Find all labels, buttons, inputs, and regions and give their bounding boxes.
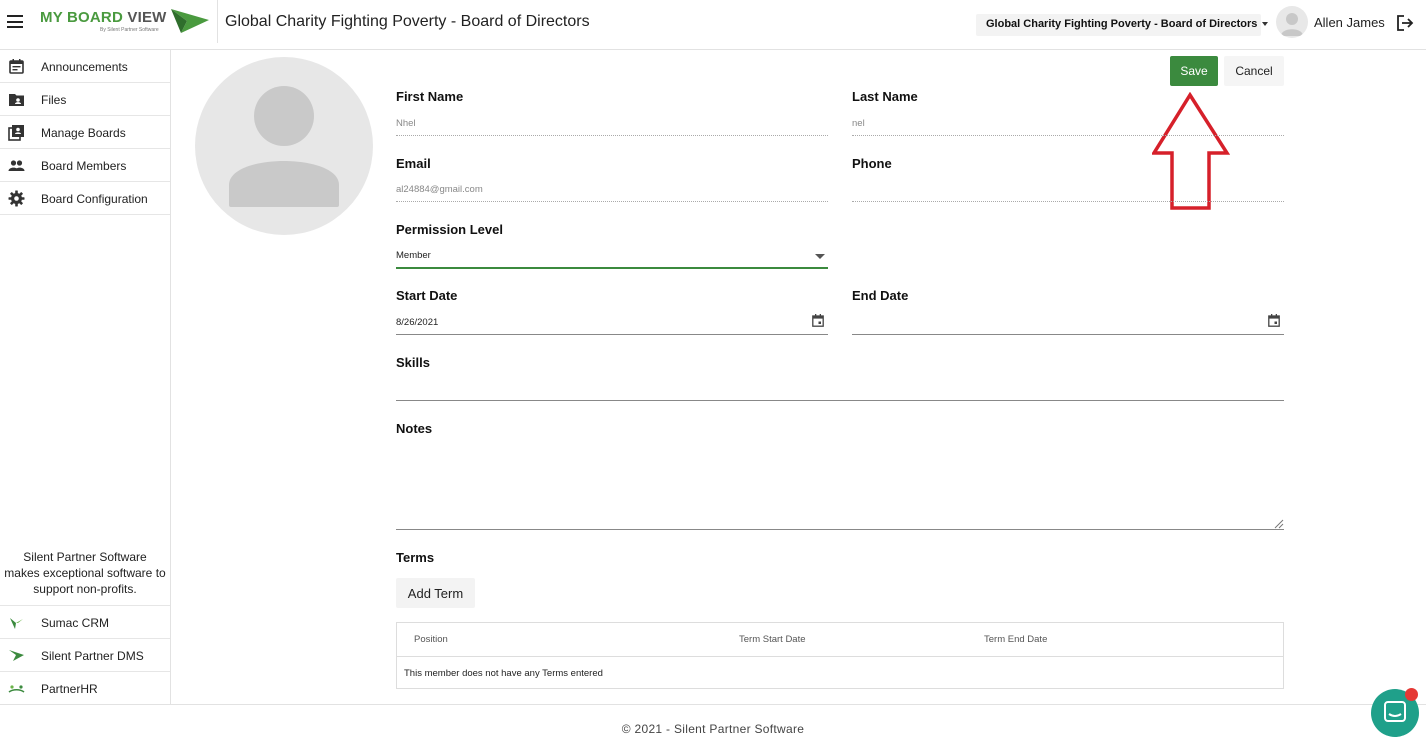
phone-label: Phone xyxy=(852,156,892,171)
last-name-label: Last Name xyxy=(852,89,918,104)
sidebar: Announcements Files Manage Boards Board … xyxy=(0,50,171,705)
caret-down-icon xyxy=(1262,22,1269,27)
skills-label: Skills xyxy=(396,355,430,370)
gear-icon xyxy=(8,190,25,207)
calendar-icon xyxy=(9,59,24,74)
notes-textarea[interactable] xyxy=(396,529,1284,530)
end-date-label: End Date xyxy=(852,288,909,303)
product-label: PartnerHR xyxy=(41,682,98,696)
sidebar-item-label: Announcements xyxy=(41,60,128,74)
board-selector[interactable]: Global Charity Fighting Poverty - Board … xyxy=(976,14,1269,36)
menu-icon[interactable] xyxy=(7,15,23,29)
calendar-icon[interactable] xyxy=(812,314,824,327)
page-title: Global Charity Fighting Poverty - Board … xyxy=(225,13,590,30)
calendar-icon[interactable] xyxy=(1268,314,1280,327)
sidebar-item-announcements[interactable]: Announcements xyxy=(0,50,170,83)
people-icon xyxy=(8,160,25,171)
user-silhouette-icon xyxy=(1281,13,1303,36)
product-link-silent-partner-dms[interactable]: Silent Partner DMS xyxy=(0,639,170,672)
logo-text-view: VIEW xyxy=(127,9,167,26)
dms-logo-icon xyxy=(9,650,24,661)
email-field[interactable]: al24884@gmail.com xyxy=(396,184,483,195)
user-avatar[interactable] xyxy=(1276,6,1308,38)
board-selector-label: Global Charity Fighting Poverty - Board … xyxy=(986,18,1258,30)
logo-subtitle: By Silent Partner Software xyxy=(100,27,159,33)
profile-photo[interactable] xyxy=(195,57,373,235)
first-name-underline xyxy=(396,135,828,136)
top-bar: MY BOARD VIEW By Silent Partner Software… xyxy=(0,0,1426,50)
clipboard-icon xyxy=(8,125,24,141)
footer-divider xyxy=(0,704,1426,705)
terms-empty-message: This member does not have any Terms ente… xyxy=(404,668,603,679)
last-name-underline xyxy=(852,135,1284,136)
phone-underline xyxy=(852,201,1284,202)
product-links: Sumac CRM Silent Partner DMS PartnerHR xyxy=(0,605,170,705)
terms-label: Terms xyxy=(396,550,435,565)
cancel-button[interactable]: Cancel xyxy=(1224,56,1284,86)
terms-table-header: Position Term Start Date Term End Date xyxy=(397,623,1283,657)
product-link-sumac-crm[interactable]: Sumac CRM xyxy=(0,606,170,639)
resize-handle-icon[interactable] xyxy=(1274,519,1284,529)
user-name[interactable]: Allen James xyxy=(1314,15,1385,30)
column-header-term-end-date[interactable]: Term End Date xyxy=(984,634,1047,645)
app-logo[interactable]: MY BOARD VIEW By Silent Partner Software xyxy=(40,8,212,38)
notes-label: Notes xyxy=(396,421,433,436)
save-button[interactable]: Save xyxy=(1170,56,1218,86)
first-name-label: First Name xyxy=(396,89,464,104)
start-date-label: Start Date xyxy=(396,288,458,303)
sidebar-item-manage-boards[interactable]: Manage Boards xyxy=(0,116,170,149)
terms-table: Position Term Start Date Term End Date T… xyxy=(396,622,1284,689)
sidebar-item-label: Manage Boards xyxy=(41,126,126,140)
user-silhouette-icon xyxy=(229,86,339,207)
logout-icon[interactable] xyxy=(1396,14,1414,32)
folder-icon xyxy=(9,94,24,106)
permission-level-underline xyxy=(396,267,828,269)
sidebar-item-label: Board Members xyxy=(41,159,127,173)
last-name-field[interactable]: nel xyxy=(852,118,865,129)
first-name-field[interactable]: Nhel xyxy=(396,118,416,129)
column-header-position[interactable]: Position xyxy=(414,634,448,645)
product-label: Sumac CRM xyxy=(41,616,110,630)
permission-level-select[interactable]: Member xyxy=(396,250,431,261)
product-label: Silent Partner DMS xyxy=(41,649,144,663)
notification-badge xyxy=(1405,688,1418,701)
logo-text-main: MY BOARD xyxy=(40,9,128,26)
column-header-term-start-date[interactable]: Term Start Date xyxy=(739,634,806,645)
chevron-down-icon[interactable] xyxy=(815,254,825,259)
sumac-logo-icon xyxy=(10,618,23,629)
logo-arrow-icon xyxy=(171,9,209,33)
sidebar-item-board-members[interactable]: Board Members xyxy=(0,149,170,182)
email-underline xyxy=(396,201,828,202)
start-date-underline xyxy=(396,334,828,335)
start-date-field[interactable]: 8/26/2021 xyxy=(396,317,438,328)
add-term-button[interactable]: Add Term xyxy=(396,578,475,608)
annotation-arrow-icon xyxy=(1152,92,1230,210)
end-date-underline xyxy=(852,334,1284,335)
sidebar-tagline: Silent Partner Software makes exceptiona… xyxy=(4,550,166,596)
sidebar-item-label: Board Configuration xyxy=(41,192,148,206)
product-link-partnerhr[interactable]: PartnerHR xyxy=(0,672,170,705)
permission-level-label: Permission Level xyxy=(396,222,503,237)
footer-copyright: © 2021 - Silent Partner Software xyxy=(621,722,805,736)
skills-field[interactable] xyxy=(396,400,1284,401)
sidebar-item-label: Files xyxy=(41,93,67,107)
header-divider xyxy=(217,0,218,43)
email-label: Email xyxy=(396,156,431,171)
sidebar-item-files[interactable]: Files xyxy=(0,83,170,116)
partnerhr-logo-icon xyxy=(8,685,25,693)
sidebar-item-board-configuration[interactable]: Board Configuration xyxy=(0,182,170,215)
